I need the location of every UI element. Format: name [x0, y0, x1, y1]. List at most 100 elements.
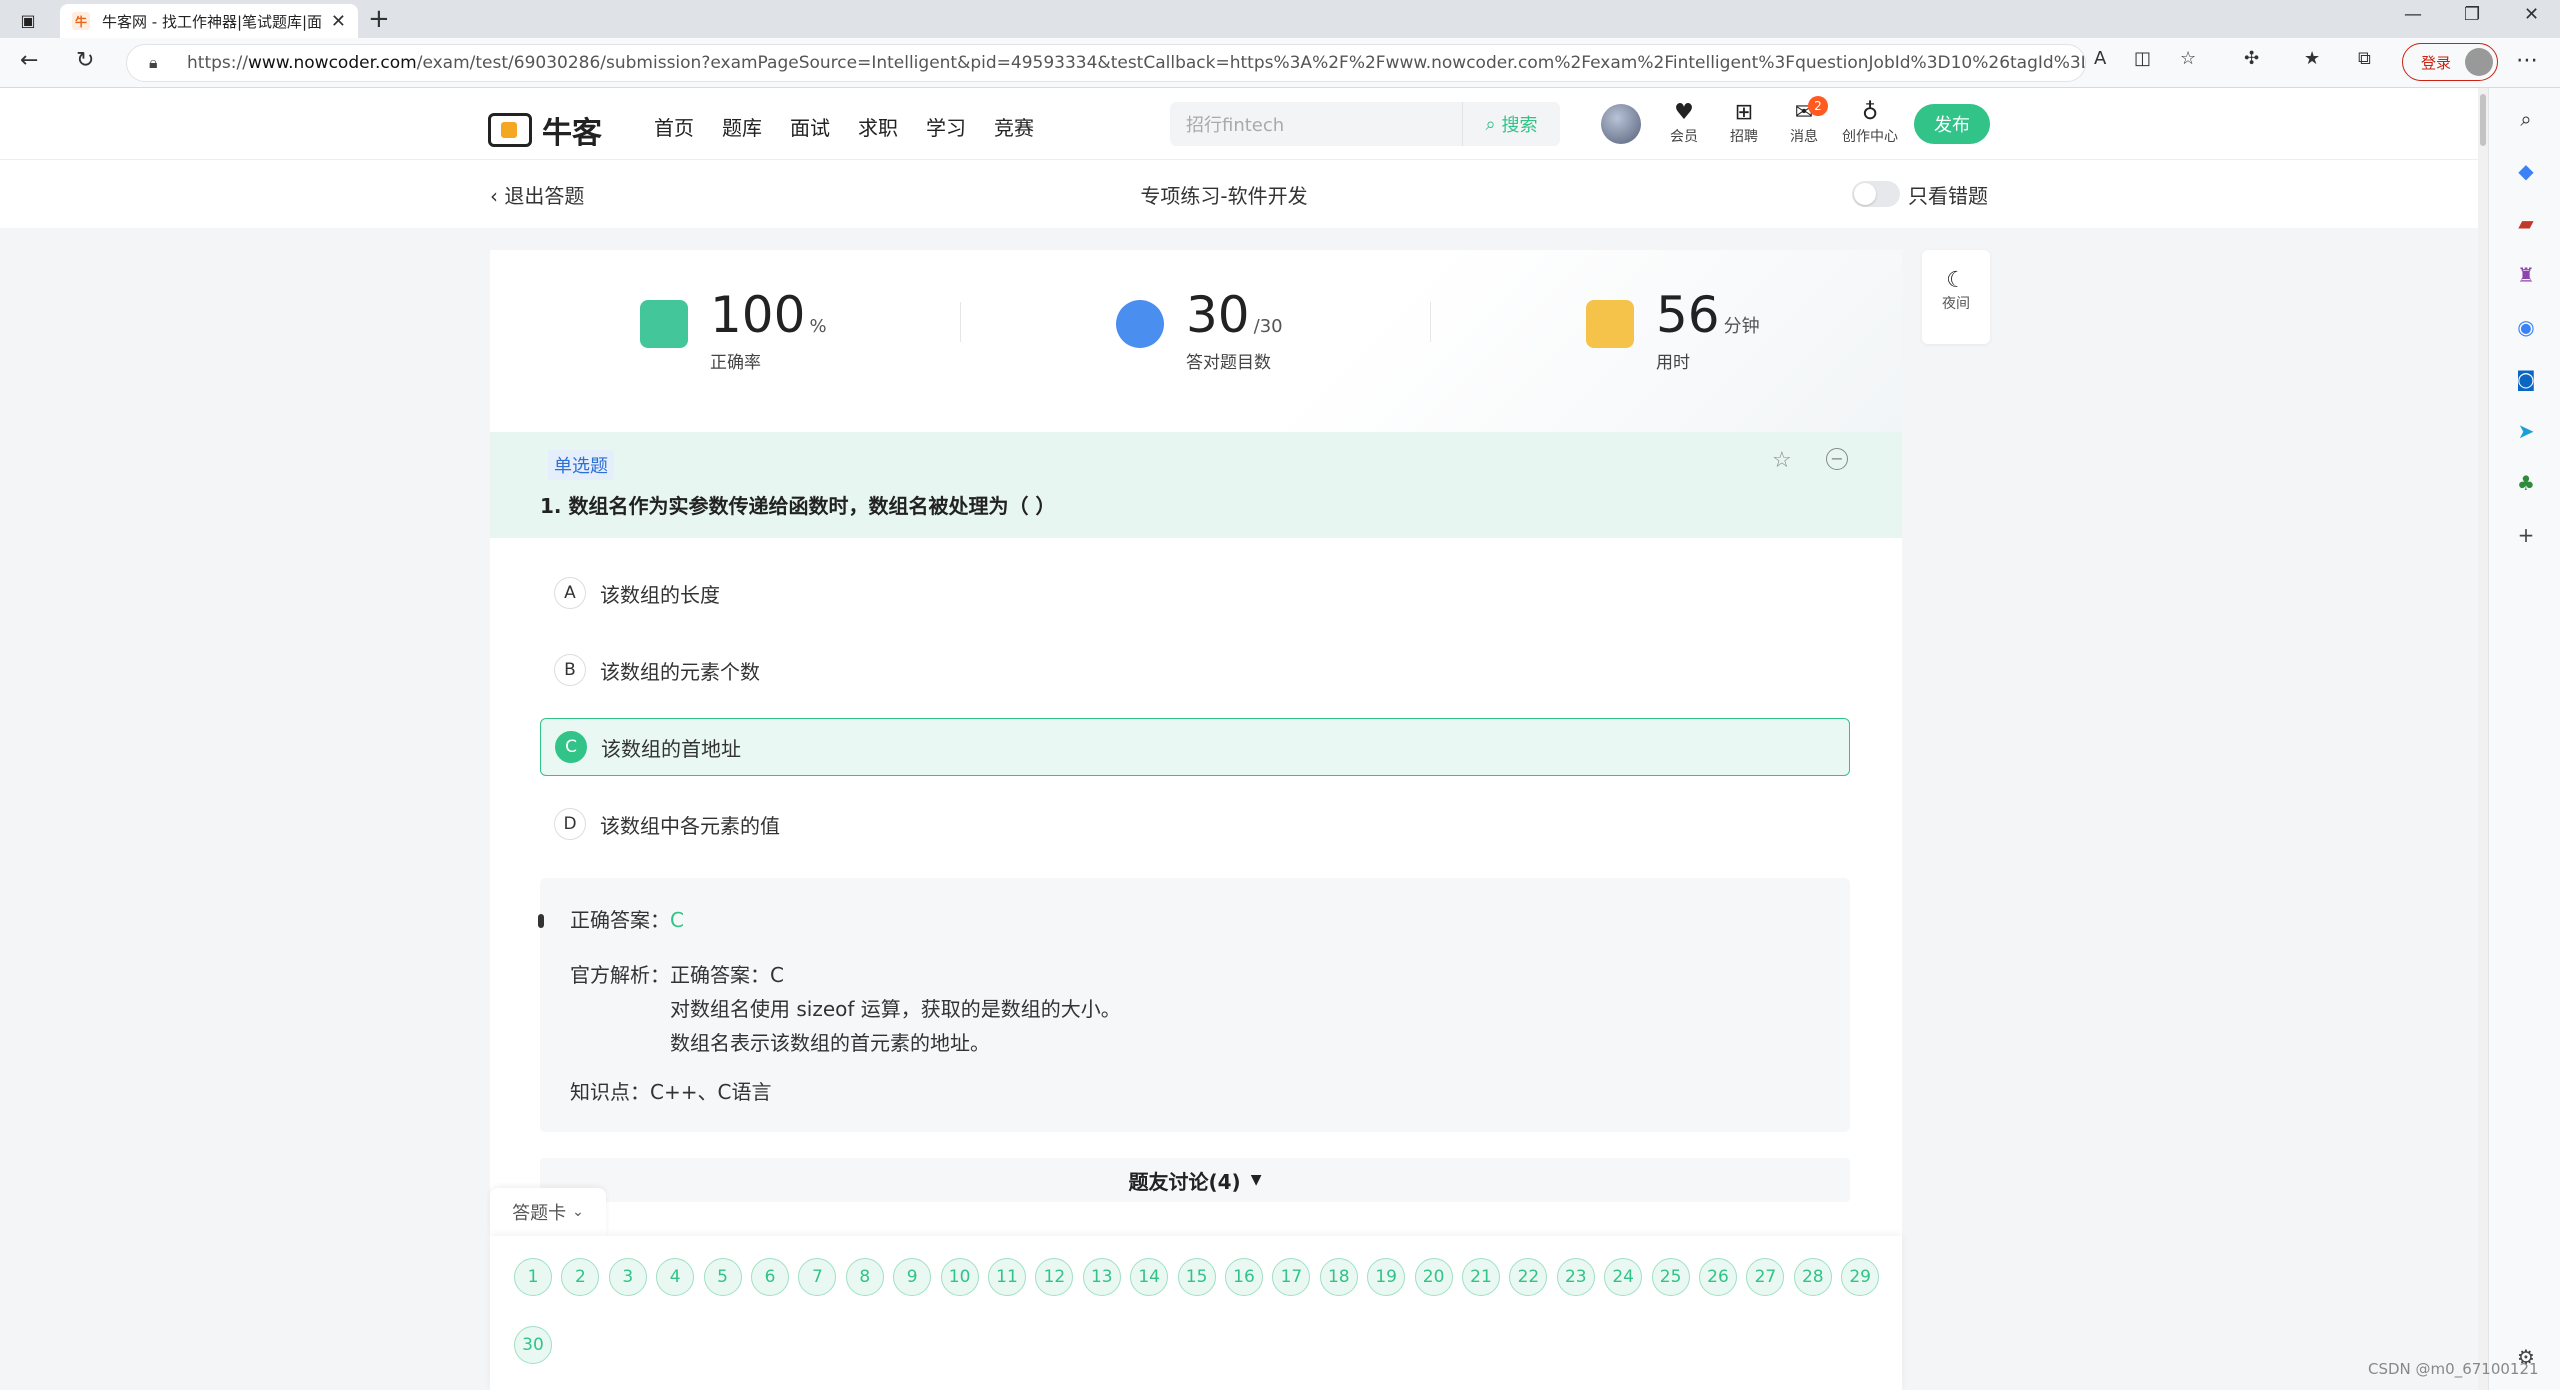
back-icon[interactable]: ← [20, 48, 38, 73]
nav-item-question-bank[interactable]: 题库 [722, 112, 762, 141]
search-input[interactable]: 招行fintech ⌕ 搜索 [1170, 102, 1560, 146]
member-link[interactable]: ♥ 会员 [1654, 100, 1714, 146]
answer-card-number[interactable]: 11 [988, 1258, 1026, 1296]
sidebar-office-icon[interactable]: ◉ [2513, 314, 2539, 340]
option-text: 该数组的首地址 [601, 736, 741, 761]
message-badge: 2 [1808, 96, 1828, 116]
close-tab-icon[interactable]: ✕ [331, 11, 346, 32]
sidebar-outlook-icon[interactable]: ◙ [2513, 366, 2539, 392]
answer-card-tab[interactable]: 答题卡 ⌄ [490, 1188, 606, 1236]
discussion-label: 题友讨论(4) [1128, 1169, 1241, 1194]
url-prefix: https:// [187, 53, 248, 73]
wrong-only-toggle[interactable] [1852, 181, 1900, 207]
answer-card-number[interactable]: 14 [1130, 1258, 1169, 1296]
extensions-icon[interactable]: ✣ [2244, 48, 2259, 69]
answer-card-number[interactable]: 28 [1793, 1258, 1832, 1296]
sidebar-tools-icon[interactable]: ▰ [2513, 210, 2539, 236]
nav-item-interview[interactable]: 面试 [790, 112, 830, 141]
refresh-icon[interactable]: ↻ [76, 48, 94, 73]
recruit-link[interactable]: ⊞ 招聘 [1714, 100, 1774, 146]
answer-card-number[interactable]: 29 [1841, 1258, 1880, 1296]
answer-card-number[interactable]: 24 [1604, 1258, 1643, 1296]
sidebar-tree-icon[interactable]: ♣ [2513, 470, 2539, 496]
answer-card-number[interactable]: 6 [751, 1258, 789, 1296]
new-tab-icon[interactable]: + [368, 4, 390, 34]
answer-card-number[interactable]: 12 [1035, 1258, 1074, 1296]
search-icon: ⌕ [1485, 113, 1496, 135]
stat-divider [1430, 302, 1431, 342]
login-button[interactable]: 登录 [2402, 43, 2498, 81]
scrollbar-thumb[interactable] [2480, 94, 2486, 146]
answer-card-number[interactable]: 5 [703, 1258, 742, 1296]
logo-text: 牛客 [542, 116, 602, 151]
site-header: 牛客 首页 题库 面试 求职 学习 竞赛 招行fintech ⌕ 搜索 ♥ 会员 ⊞… [0, 88, 2478, 160]
minus-circle-icon[interactable]: − [1826, 448, 1848, 470]
answer-card-number[interactable]: 3 [608, 1258, 647, 1296]
answer-card-number[interactable]: 21 [1462, 1258, 1500, 1296]
moon-icon: ☾ [1946, 268, 1966, 293]
creator-center-link[interactable]: ♁ 创作中心 [1838, 100, 1902, 146]
split-screen-icon[interactable]: ◫ [2134, 48, 2151, 69]
clock-doc-icon [1586, 300, 1634, 348]
answer-card-number[interactable]: 1 [514, 1258, 552, 1296]
site-logo[interactable]: 牛客 [488, 108, 602, 152]
answer-card-number[interactable]: 18 [1319, 1258, 1358, 1296]
url-domain: www.nowcoder.com [247, 53, 417, 73]
creator-label: 创作中心 [1842, 129, 1898, 145]
minimize-icon[interactable]: — [2404, 4, 2422, 25]
window-close-icon[interactable]: ✕ [2524, 4, 2539, 25]
answer-card-number[interactable]: 9 [893, 1258, 932, 1296]
sidebar-add-icon[interactable]: + [2513, 522, 2539, 548]
nav-item-contest[interactable]: 竞赛 [994, 112, 1034, 141]
more-menu-icon[interactable]: ⋯ [2516, 48, 2538, 73]
address-bar[interactable]: 🔒︎ https://www.nowcoder.com/exam/test/69… [126, 44, 2086, 82]
option-b[interactable]: B 该数组的元素个数 [540, 641, 1850, 699]
answer-card-number[interactable]: 19 [1367, 1258, 1406, 1296]
answer-card-number[interactable]: 17 [1272, 1258, 1311, 1296]
time-value: 56 [1656, 286, 1720, 344]
search-button[interactable]: ⌕ 搜索 [1462, 102, 1560, 146]
read-aloud-icon[interactable]: A [2094, 48, 2106, 69]
answer-card-number[interactable]: 16 [1225, 1258, 1263, 1296]
answer-card-number[interactable]: 7 [798, 1258, 837, 1296]
answer-card-number[interactable]: 27 [1746, 1258, 1785, 1296]
answer-card-number[interactable]: 25 [1651, 1258, 1690, 1296]
answer-card-number[interactable]: 13 [1082, 1258, 1121, 1296]
browser-tab[interactable]: 牛 牛客网 - 找工作神器|笔试题库|面 ✕ [60, 4, 358, 38]
restore-icon[interactable]: ❐ [2464, 4, 2480, 25]
page-scrollbar[interactable] [2478, 88, 2488, 1390]
sidebar-shopping-icon[interactable]: ◆ [2513, 158, 2539, 184]
analysis-line: 正确答案：C [670, 963, 784, 987]
sidebar-search-icon[interactable]: ⌕ [2513, 106, 2539, 132]
user-avatar[interactable] [1601, 104, 1641, 144]
sidebar-send-icon[interactable]: ➤ [2513, 418, 2539, 444]
option-c[interactable]: C 该数组的首地址 [540, 718, 1850, 776]
answer-card-number[interactable]: 30 [514, 1326, 552, 1364]
add-favorite-icon[interactable]: ☆ [2180, 48, 2196, 69]
answer-card-number[interactable]: 10 [940, 1258, 979, 1296]
answer-card-number[interactable]: 4 [656, 1258, 695, 1296]
box-marker [538, 914, 544, 928]
nav-item-jobs[interactable]: 求职 [858, 112, 898, 141]
nav-item-learn[interactable]: 学习 [926, 112, 966, 141]
star-icon[interactable]: ☆ [1772, 448, 1792, 473]
answer-card-number[interactable]: 22 [1509, 1258, 1548, 1296]
option-d[interactable]: D 该数组中各元素的值 [540, 795, 1850, 853]
messages-link[interactable]: ✉ 2 消息 [1774, 96, 1834, 146]
answer-card-number[interactable]: 8 [845, 1258, 884, 1296]
option-a[interactable]: A 该数组的长度 [540, 564, 1850, 622]
answer-card-number[interactable]: 15 [1177, 1258, 1216, 1296]
favorites-icon[interactable]: ★ [2304, 48, 2320, 69]
discussion-toggle[interactable]: 题友讨论(4) ▼ [540, 1158, 1850, 1202]
answer-card-number[interactable]: 20 [1414, 1258, 1453, 1296]
answer-card-number[interactable]: 23 [1556, 1258, 1595, 1296]
tab-actions-icon[interactable]: ▣ [14, 10, 42, 30]
collections-icon[interactable]: ⧉ [2358, 48, 2371, 69]
answer-card-number[interactable]: 26 [1699, 1258, 1737, 1296]
nav-item-home[interactable]: 首页 [654, 112, 694, 141]
lock-icon: 🔒︎ [149, 53, 158, 72]
answer-card-number[interactable]: 2 [561, 1258, 600, 1296]
night-mode-button[interactable]: ☾ 夜间 [1922, 250, 1990, 344]
sidebar-games-icon[interactable]: ♜ [2513, 262, 2539, 288]
publish-button[interactable]: 发布 [1914, 104, 1990, 144]
